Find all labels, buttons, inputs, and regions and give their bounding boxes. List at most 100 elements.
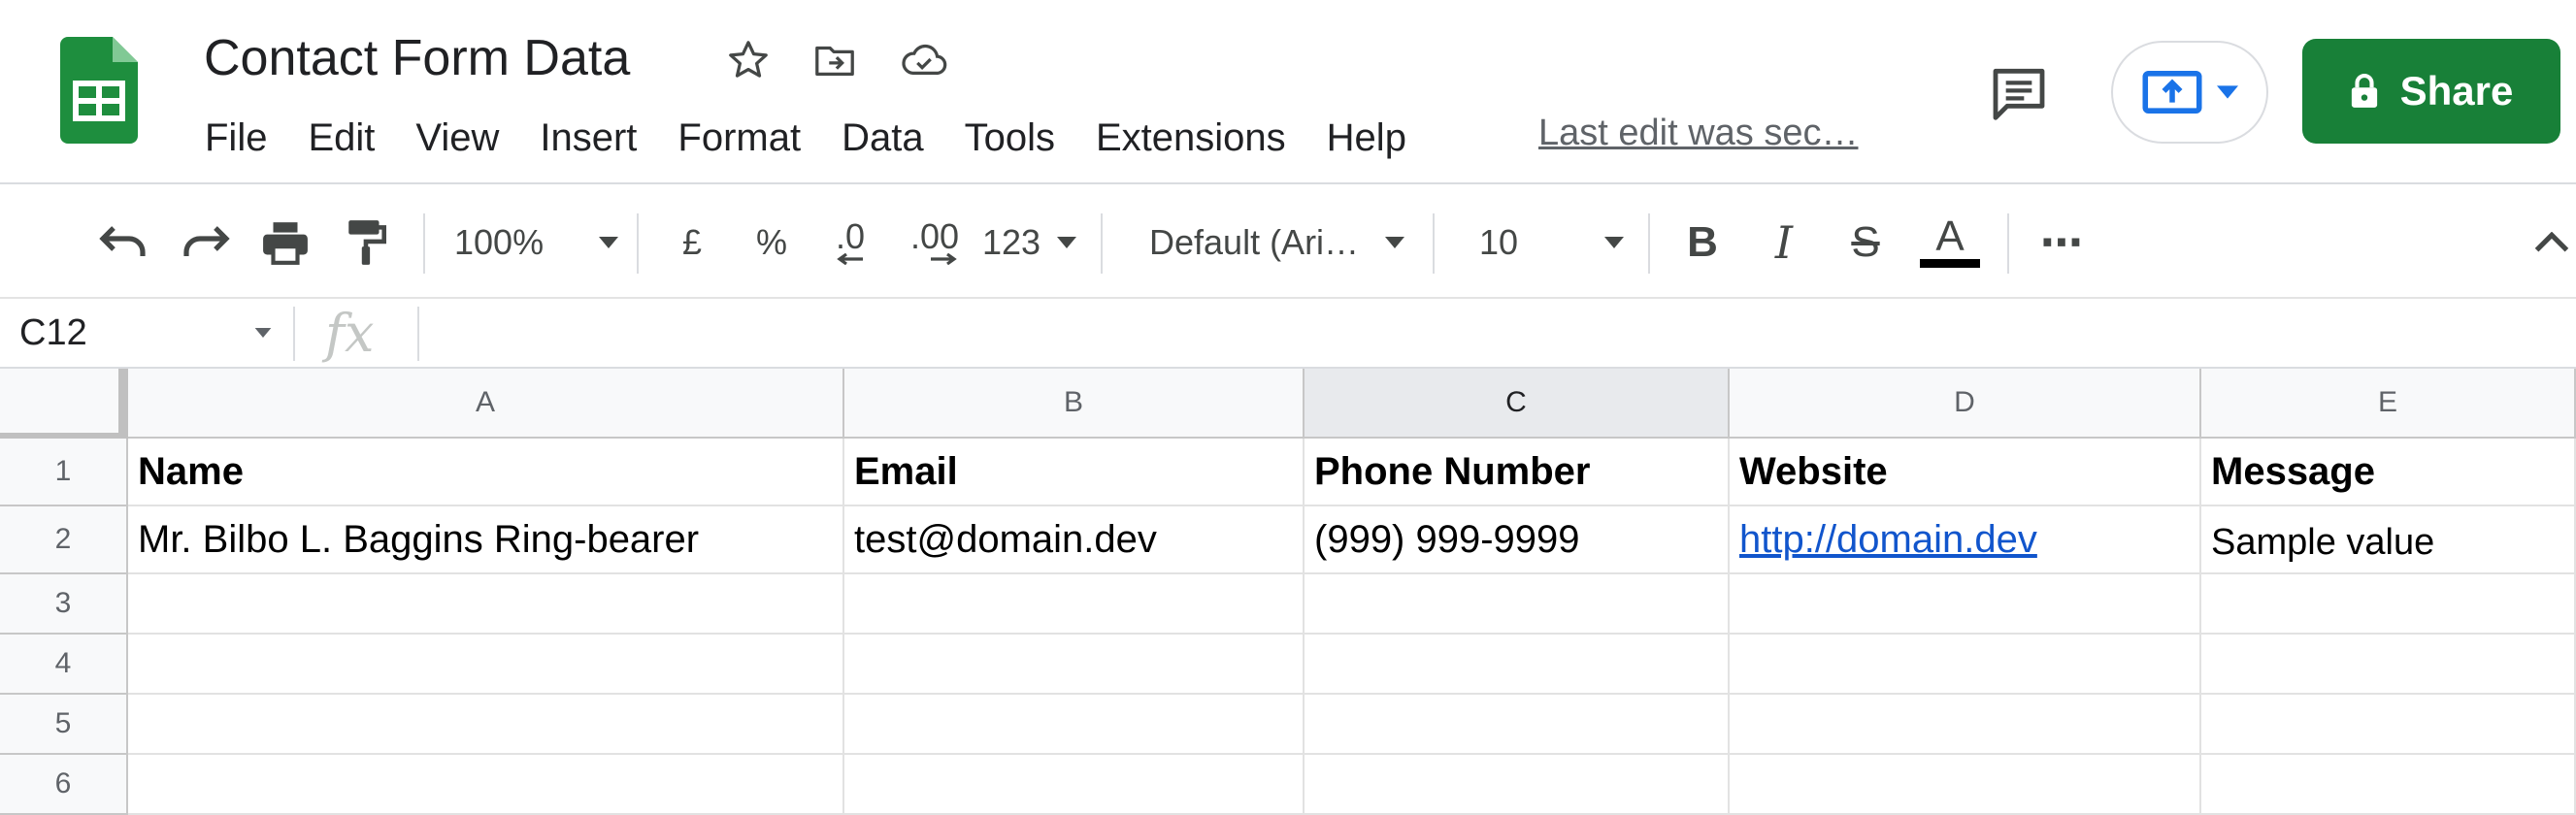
column-header-a[interactable]: A	[128, 369, 844, 439]
undo-button[interactable]	[92, 213, 154, 272]
percent-symbol: %	[755, 222, 787, 262]
empty-cell[interactable]	[1305, 574, 1730, 635]
menu-edit[interactable]: Edit	[287, 116, 395, 160]
toolbar-divider	[2007, 213, 2009, 274]
cloud-saved-icon[interactable]	[895, 31, 953, 89]
empty-cell[interactable]	[844, 755, 1305, 815]
present-icon	[2142, 71, 2202, 114]
cell-c2[interactable]: (999) 999-9999	[1305, 506, 1730, 574]
strikethrough-label: S	[1851, 218, 1880, 266]
name-box[interactable]: C12	[0, 299, 291, 367]
formula-bar: C12 fx	[0, 299, 2576, 369]
row-header-5[interactable]: 5	[0, 695, 128, 755]
decrease-decimal-button[interactable]: .0	[821, 213, 879, 272]
star-icon[interactable]	[719, 31, 777, 89]
empty-cell[interactable]	[1730, 695, 2201, 755]
menu-tools[interactable]: Tools	[944, 116, 1075, 160]
empty-cell[interactable]	[1305, 635, 1730, 695]
paint-format-button[interactable]	[336, 213, 398, 272]
row-header-6[interactable]: 6	[0, 755, 128, 815]
empty-cell[interactable]	[1305, 695, 1730, 755]
increase-decimal-label: .00	[909, 216, 960, 256]
menu-insert[interactable]: Insert	[519, 116, 657, 160]
cell-d2-link[interactable]: http://domain.dev	[1730, 506, 2201, 574]
percent-format-button[interactable]: %	[745, 213, 798, 272]
comment-history-button[interactable]	[1980, 54, 2058, 132]
menu-data[interactable]: Data	[821, 116, 944, 160]
row-header-2[interactable]: 2	[0, 506, 128, 574]
cell-d1[interactable]: Website	[1730, 439, 2201, 506]
decrease-decimal-label: .0	[835, 216, 866, 256]
italic-button[interactable]: I	[1757, 213, 1811, 272]
text-color-button[interactable]: A	[1918, 206, 1982, 276]
menu-help[interactable]: Help	[1306, 116, 1427, 160]
column-header-e[interactable]: E	[2201, 369, 2576, 439]
move-to-folder-icon[interactable]	[806, 31, 864, 89]
empty-cell[interactable]	[844, 695, 1305, 755]
cell-a2[interactable]: Mr. Bilbo L. Baggins Ring-bearer	[128, 506, 844, 574]
empty-cell[interactable]	[128, 695, 844, 755]
print-button[interactable]	[254, 213, 316, 272]
strikethrough-button[interactable]: S	[1838, 213, 1893, 272]
empty-cell[interactable]	[844, 574, 1305, 635]
empty-cell[interactable]	[128, 755, 844, 815]
document-title[interactable]: Contact Form Data	[204, 29, 630, 87]
row-header-3[interactable]: 3	[0, 574, 128, 635]
toolbar: 100% £ % .0 .00 123 Default (Ari… 10 B I…	[0, 186, 2576, 299]
print-icon	[263, 222, 308, 265]
cell-c1[interactable]: Phone Number	[1305, 439, 1730, 506]
share-label: Share	[2399, 68, 2514, 114]
redo-button[interactable]	[175, 213, 237, 272]
cell-a1[interactable]: Name	[128, 439, 844, 506]
empty-cell[interactable]	[1730, 755, 2201, 815]
empty-cell[interactable]	[2201, 574, 2576, 635]
empty-cell[interactable]	[1730, 574, 2201, 635]
formula-input[interactable]	[427, 309, 2562, 359]
collapse-menus-button[interactable]	[2527, 213, 2576, 272]
row-header-4[interactable]: 4	[0, 635, 128, 695]
text-color-swatch	[1920, 258, 1980, 268]
comment-icon	[1993, 68, 2045, 120]
empty-cell[interactable]	[2201, 755, 2576, 815]
increase-decimal-button[interactable]: .00	[901, 213, 969, 272]
empty-cell[interactable]	[128, 574, 844, 635]
share-button[interactable]: Share	[2302, 39, 2560, 144]
cell-b2[interactable]: test@domain.dev	[844, 506, 1305, 574]
zoom-select[interactable]: 100%	[454, 213, 619, 272]
toolbar-divider	[637, 213, 639, 274]
empty-cell[interactable]	[2201, 635, 2576, 695]
arrow-left-icon	[837, 253, 863, 265]
column-header-d[interactable]: D	[1730, 369, 2201, 439]
menu-extensions[interactable]: Extensions	[1075, 116, 1306, 160]
row-header-1[interactable]: 1	[0, 439, 128, 506]
empty-cell[interactable]	[128, 635, 844, 695]
cell-b1[interactable]: Email	[844, 439, 1305, 506]
present-dropdown-icon[interactable]	[2217, 85, 2238, 99]
cell-e1[interactable]: Message	[2201, 439, 2576, 506]
font-size-dropdown-icon	[1604, 237, 1624, 248]
more-toolbar-button[interactable]: ⋯	[2034, 213, 2089, 272]
font-family-select[interactable]: Default (Ari…	[1149, 213, 1405, 272]
empty-cell[interactable]	[1305, 755, 1730, 815]
toolbar-divider	[1433, 213, 1435, 274]
empty-cell[interactable]	[844, 635, 1305, 695]
toolbar-divider	[1101, 213, 1103, 274]
more-formats-button[interactable]: 123	[982, 213, 1077, 272]
last-edit-link[interactable]: Last edit was sec…	[1538, 113, 1858, 154]
arrow-right-icon	[931, 253, 957, 265]
empty-cell[interactable]	[2201, 695, 2576, 755]
column-header-c[interactable]: C	[1305, 369, 1730, 439]
font-size-select[interactable]: 10	[1479, 213, 1625, 272]
menu-format[interactable]: Format	[657, 116, 821, 160]
empty-cell[interactable]	[1730, 635, 2201, 695]
text-color-label: A	[1935, 212, 1965, 260]
present-button[interactable]	[2111, 41, 2268, 144]
column-header-b[interactable]: B	[844, 369, 1305, 439]
menu-file[interactable]: File	[184, 116, 287, 160]
select-all-corner[interactable]	[0, 369, 128, 439]
currency-format-button[interactable]: £	[666, 213, 718, 272]
bold-button[interactable]: B	[1675, 213, 1730, 272]
cell-e2[interactable]: Sample value	[2201, 506, 2576, 574]
menu-view[interactable]: View	[395, 116, 519, 160]
sheets-logo-icon[interactable]	[60, 37, 138, 144]
